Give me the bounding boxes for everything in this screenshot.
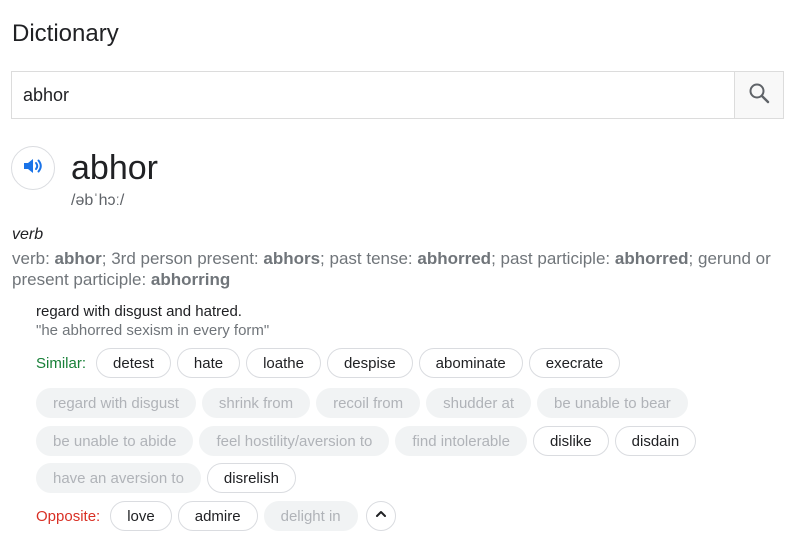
collapse-button[interactable] xyxy=(365,501,396,531)
synonym-chip[interactable]: dislike xyxy=(532,426,609,456)
similar-row-4: have an aversion to disrelish xyxy=(36,463,302,493)
opposite-row: Opposite: love admire delight in xyxy=(36,501,396,531)
antonym-chip: delight in xyxy=(263,501,358,531)
dictionary-page: Dictionary abhor /əbˈhɔː/ verb verb: abh… xyxy=(0,0,800,542)
synonym-chip[interactable]: detest xyxy=(96,348,171,378)
synonym-chip[interactable]: hate xyxy=(176,348,241,378)
synonym-chip: feel hostility/aversion to xyxy=(199,426,390,456)
antonym-chip[interactable]: admire xyxy=(177,501,258,531)
synonym-chip[interactable]: disrelish xyxy=(206,463,296,493)
search-icon xyxy=(747,81,771,110)
headword: abhor xyxy=(71,149,158,187)
pronunciation: /əbˈhɔː/ xyxy=(71,192,125,209)
synonym-chip: shudder at xyxy=(426,388,531,418)
antonym-chip[interactable]: love xyxy=(110,501,172,531)
search-box xyxy=(11,71,784,119)
synonym-chip: regard with disgust xyxy=(36,388,196,418)
similar-label: Similar: xyxy=(36,354,87,372)
opposite-label: Opposite: xyxy=(36,507,101,525)
form-label: ; past participle: xyxy=(491,249,615,268)
form-label: ; past tense: xyxy=(320,249,418,268)
synonym-chip: recoil from xyxy=(316,388,421,418)
synonym-chip[interactable]: abominate xyxy=(418,348,523,378)
synonym-chip[interactable]: despise xyxy=(326,348,413,378)
page-title: Dictionary xyxy=(12,20,119,47)
form-value: abhorring xyxy=(150,270,231,289)
synonym-chip[interactable]: loathe xyxy=(246,348,321,378)
form-label: verb: xyxy=(12,249,55,268)
form-value: abhorred xyxy=(614,249,689,268)
word-forms: verb: abhor; 3rd person present: abhors;… xyxy=(12,248,784,290)
synonym-chip: be unable to bear xyxy=(537,388,688,418)
form-value: abhor xyxy=(54,249,102,268)
synonym-chip: find intolerable xyxy=(395,426,527,456)
definition-text: regard with disgust and hatred. xyxy=(36,303,242,320)
synonym-chip: have an aversion to xyxy=(36,463,201,493)
example-sentence: "he abhorred sexism in every form" xyxy=(36,322,270,339)
similar-row-3: be unable to abide feel hostility/aversi… xyxy=(36,426,702,456)
part-of-speech: verb xyxy=(12,226,44,243)
search-input[interactable] xyxy=(12,72,734,118)
synonym-chip: be unable to abide xyxy=(36,426,194,456)
pronunciation-audio-button[interactable] xyxy=(11,146,55,190)
synonym-chip[interactable]: execrate xyxy=(528,348,621,378)
form-label: ; 3rd person present: xyxy=(101,249,264,268)
chevron-up-icon xyxy=(374,507,388,526)
similar-row-2: regard with disgust shrink from recoil f… xyxy=(36,388,694,418)
speaker-icon xyxy=(21,154,45,183)
similar-row-1: Similar: detest hate loathe despise abom… xyxy=(36,348,626,378)
synonym-chip: shrink from xyxy=(201,388,311,418)
search-button[interactable] xyxy=(734,72,783,118)
form-value: abhorred xyxy=(417,249,492,268)
synonym-chip[interactable]: disdain xyxy=(614,426,697,456)
form-value: abhors xyxy=(263,249,321,268)
